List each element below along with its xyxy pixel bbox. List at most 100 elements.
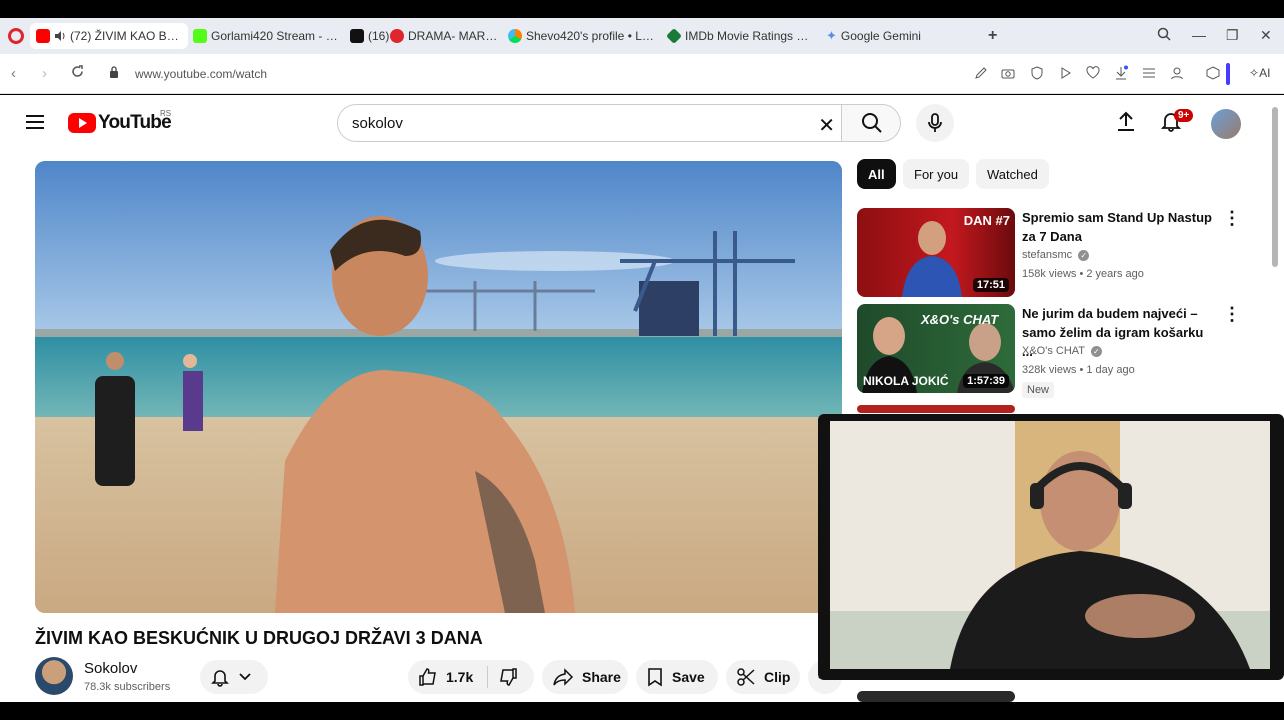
url-field[interactable]: www.youtube.com/watch — [135, 67, 267, 81]
tab-search-icon[interactable] — [1157, 27, 1171, 44]
youtube-logo[interactable]: YouTube — [68, 112, 172, 134]
camera-icon[interactable] — [1000, 65, 1016, 81]
like-count: 1.7k — [446, 669, 474, 685]
vpn-shield-icon[interactable] — [1029, 65, 1045, 81]
search-icon — [862, 113, 882, 133]
letterbox-bottom — [0, 702, 1284, 720]
close-window-button[interactable]: ✕ — [1260, 27, 1272, 44]
page-scrollbar-thumb[interactable] — [1272, 107, 1278, 267]
recommended-channel[interactable]: stefansmc ✓ — [1022, 249, 1090, 261]
chip-all[interactable]: All — [857, 159, 896, 189]
upload-icon[interactable] — [1116, 110, 1136, 132]
subscriber-count: 78.3k subscribers — [84, 681, 171, 693]
recommended-thumbnail[interactable]: X&O's CHAT NIKOLA JOKIĆ 1:57:39 — [857, 304, 1015, 393]
tiktok-favicon-icon — [350, 29, 364, 43]
forward-button[interactable]: › — [42, 65, 47, 82]
minimize-button[interactable]: — — [1192, 27, 1206, 43]
recommended-thumbnail[interactable]: DAN #7 17:51 — [857, 208, 1015, 297]
video-duration: 17:51 — [972, 278, 1009, 292]
like-divider — [487, 666, 489, 688]
letterbox-top — [0, 0, 1284, 18]
thumbs-down-icon[interactable] — [498, 667, 518, 687]
share-button[interactable]: Share — [542, 660, 628, 694]
extensions-cube-icon[interactable] — [1205, 65, 1221, 81]
notification-count-badge: 9+ — [1174, 109, 1194, 122]
thumbnail-text: NIKOLA JOKIĆ — [863, 374, 949, 388]
thumbs-up-icon — [419, 668, 436, 686]
youtube-favicon-icon — [36, 29, 50, 43]
edit-icon[interactable] — [973, 65, 989, 81]
ai-button[interactable]: ✧AI — [1249, 66, 1270, 80]
restore-button[interactable]: ❐ — [1226, 27, 1239, 44]
webcam-image — [830, 421, 1270, 669]
reload-button[interactable] — [71, 65, 84, 82]
scissors-icon — [737, 668, 755, 686]
clip-button[interactable]: Clip — [726, 660, 800, 694]
share-icon — [553, 668, 574, 686]
new-badge: New — [1022, 382, 1055, 398]
player-icon[interactable] — [1057, 65, 1073, 81]
back-button[interactable]: ‹ — [11, 65, 16, 82]
youtube-play-icon — [68, 113, 96, 133]
chevron-down-icon — [239, 673, 251, 681]
like-dislike-group: 1.7k — [408, 660, 534, 694]
bookmark-icon — [648, 668, 662, 687]
gemini-sparkle-icon: ✦ — [826, 28, 837, 43]
video-player[interactable] — [35, 161, 842, 613]
video-title: ŽIVIM KAO BESKUĆNIK U DRUGOJ DRŽAVI 3 DA… — [35, 628, 483, 648]
channel-name[interactable]: Sokolov — [84, 660, 137, 677]
profile-icon[interactable] — [1169, 65, 1185, 81]
sidebar-accent — [1226, 63, 1230, 85]
new-tab-button[interactable]: + — [988, 27, 997, 45]
webcam-feed — [830, 421, 1270, 669]
recommended-meta: 328k views • 1 day ago — [1022, 364, 1135, 376]
verified-icon: ✓ — [1090, 346, 1102, 357]
like-button[interactable]: 1.7k — [418, 667, 473, 687]
channel-avatar[interactable] — [35, 657, 73, 695]
recommended-menu-icon[interactable]: ⋮ — [1223, 304, 1241, 325]
thumbnail-text: DAN #7 — [963, 213, 1010, 228]
recommended-title[interactable]: Spremio sam Stand Up Nastup za 7 Dana — [1022, 208, 1217, 246]
opera-logo-icon[interactable] — [8, 28, 24, 44]
speaker-icon[interactable] — [54, 30, 66, 42]
voice-search-button[interactable] — [916, 104, 954, 142]
search-box[interactable]: sokolov ✕ — [337, 104, 841, 142]
save-button[interactable]: Save — [636, 660, 718, 694]
clear-search-icon[interactable]: ✕ — [818, 113, 835, 138]
easy-setup-icon[interactable] — [1141, 65, 1157, 81]
address-bar: ‹ › www.youtube.com/watch ✧AI — [0, 54, 1284, 94]
tab-tiktok[interactable]: (16) — [350, 23, 390, 49]
tab-drama[interactable]: DRAMA- MARKO J — [390, 23, 502, 49]
ai-sparkle-icon: ✧ — [1249, 66, 1260, 80]
browser-tab-strip: (72) ŽIVIM KAO BESKU Gorlami420 Stream -… — [0, 18, 1284, 54]
search-input[interactable]: sokolov — [352, 115, 403, 132]
tab-letterboxd[interactable]: Shevo420's profile • Letter — [508, 23, 658, 49]
tab-youtube-video[interactable]: (72) ŽIVIM KAO BESKU — [30, 23, 188, 49]
tab-imdb[interactable]: IMDb Movie Ratings High — [667, 23, 817, 49]
recommended-menu-icon[interactable]: ⋮ — [1223, 208, 1241, 229]
kick-favicon-icon — [193, 29, 207, 43]
imdb-favicon-icon — [667, 28, 682, 44]
tab-gemini[interactable]: ✦ Google Gemini — [826, 23, 956, 49]
heart-icon[interactable] — [1085, 65, 1101, 81]
download-icon[interactable] — [1113, 65, 1129, 81]
chip-watched[interactable]: Watched — [976, 159, 1049, 189]
webcam-overlay — [818, 414, 1284, 680]
recommended-channel[interactable]: X&O's CHAT ✓ — [1022, 345, 1102, 357]
lock-icon[interactable] — [109, 66, 119, 78]
recommended-thumbnail-partial[interactable] — [857, 691, 1015, 702]
search-button[interactable] — [841, 104, 901, 142]
region-code: RS — [160, 109, 172, 118]
thumbnail-logo-text: X&O's CHAT — [921, 312, 999, 327]
video-duration: 1:57:39 — [963, 374, 1009, 388]
verified-icon: ✓ — [1078, 250, 1090, 261]
tab-gorlami-stream[interactable]: Gorlami420 Stream - Watc — [193, 23, 343, 49]
recommended-meta: 158k views • 2 years ago — [1022, 268, 1144, 280]
menu-hamburger-icon[interactable] — [26, 115, 44, 129]
subscription-bell-button[interactable] — [200, 660, 268, 694]
record-favicon-icon — [390, 29, 404, 43]
recommended-thumbnail-partial[interactable] — [857, 405, 1015, 413]
account-avatar[interactable] — [1211, 109, 1241, 139]
chip-for-you[interactable]: For you — [903, 159, 970, 189]
letterboxd-favicon-icon — [508, 29, 522, 43]
